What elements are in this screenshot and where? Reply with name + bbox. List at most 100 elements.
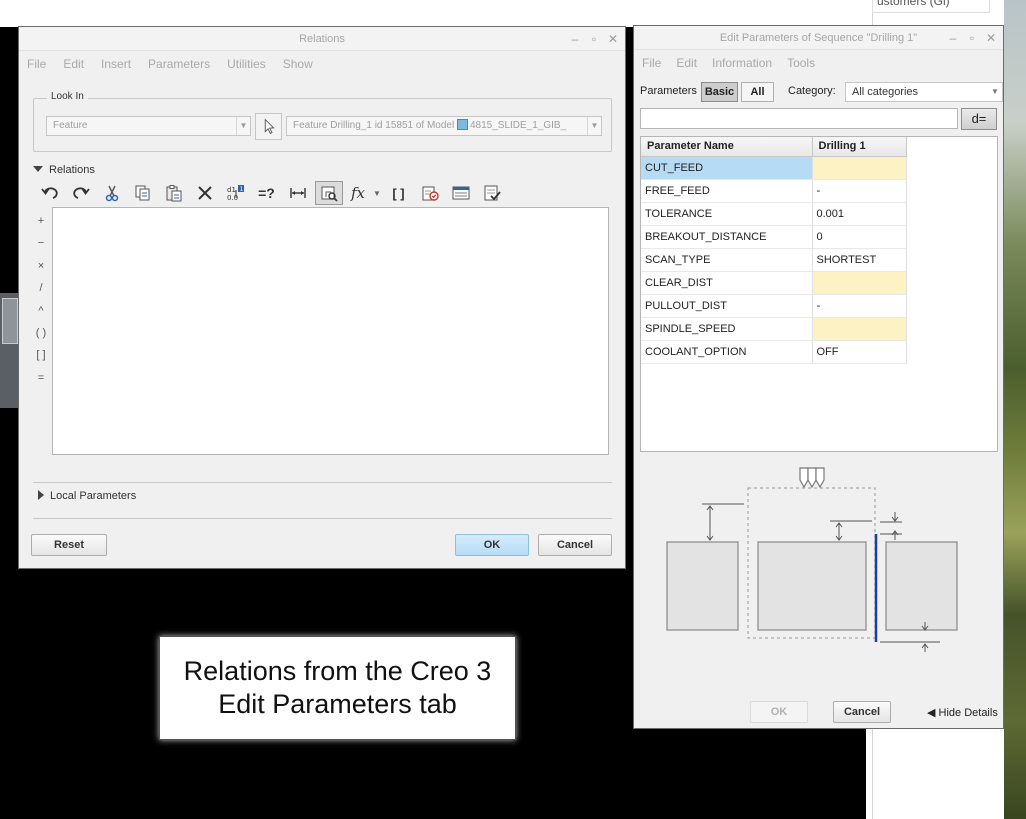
hide-details-button[interactable]: ◀ Hide Details [927, 706, 998, 719]
relations-titlebar[interactable]: Relations – ▫ ✕ [19, 27, 625, 51]
column-header-drilling-1[interactable]: Drilling 1 [812, 137, 907, 157]
operator-brackets[interactable]: [ ] [31, 344, 51, 366]
insert-parameter-button[interactable] [445, 180, 476, 206]
parameter-value-cell[interactable] [812, 317, 907, 341]
cancel-button[interactable]: Cancel [538, 534, 612, 556]
parameter-name-cell[interactable]: BREAKOUT_DISTANCE [641, 225, 813, 249]
operator-plus[interactable]: + [31, 210, 51, 232]
drill-tool-icon [799, 467, 825, 489]
table-row[interactable]: SCAN_TYPE SHORTEST [641, 248, 907, 272]
relations-section-toggle[interactable]: Relations [33, 164, 95, 176]
close-icon[interactable]: ✕ [607, 33, 619, 45]
local-parameters-toggle[interactable]: Local Parameters [38, 490, 136, 502]
operator-multiply[interactable]: × [31, 255, 51, 277]
function-dropdown[interactable]: ▼ [371, 180, 383, 206]
dimension-button[interactable] [282, 180, 313, 206]
basic-toggle[interactable]: Basic [701, 82, 738, 102]
parameters-label: Parameters [640, 85, 697, 97]
parameter-value-cell[interactable] [812, 156, 907, 180]
function-button[interactable]: fx [345, 180, 371, 206]
table-row[interactable]: COOLANT_OPTION OFF [641, 340, 907, 364]
look-in-type-select[interactable]: Feature ▼ [46, 116, 251, 136]
operator-minus[interactable]: − [31, 232, 51, 254]
operator-equals[interactable]: = [31, 367, 51, 389]
parameter-name-cell[interactable]: COOLANT_OPTION [641, 340, 813, 364]
execute-button[interactable] [476, 180, 507, 206]
menu-file[interactable]: File [27, 57, 46, 71]
parameter-value-cell[interactable]: - [812, 179, 907, 203]
operator-power[interactable]: ^ [31, 300, 51, 322]
look-in-model-select[interactable]: Feature Drilling_1 id 15851 of Model 481… [286, 116, 602, 136]
table-row[interactable]: TOLERANCE 0.001 [641, 202, 907, 226]
relations-title: Relations [299, 33, 345, 45]
verify-button[interactable] [414, 180, 445, 206]
look-in-model-prefix: Feature Drilling_1 id 15851 of Model [293, 120, 457, 131]
delete-button[interactable] [189, 180, 220, 206]
menu-parameters[interactable]: Parameters [148, 57, 210, 71]
menu-edit[interactable]: Edit [63, 57, 84, 71]
workpiece-block-center [757, 541, 867, 631]
operator-divide[interactable]: / [31, 277, 51, 299]
parameter-name-cell[interactable]: PULLOUT_DIST [641, 294, 813, 318]
evaluate-button[interactable]: =? [251, 180, 282, 206]
category-select[interactable]: All categories ▼ [845, 82, 1003, 102]
parameter-value-cell[interactable]: OFF [812, 340, 907, 364]
menu-show[interactable]: Show [283, 57, 313, 71]
select-feature-button[interactable] [255, 113, 282, 140]
cancel-button[interactable]: Cancel [833, 701, 891, 723]
cut-button[interactable] [96, 180, 127, 206]
edit-parameters-titlebar[interactable]: Edit Parameters of Sequence "Drilling 1"… [634, 26, 1003, 50]
paste-button[interactable] [158, 180, 189, 206]
table-row[interactable]: CUT_FEED [641, 156, 907, 180]
relations-button[interactable]: d= [961, 108, 997, 130]
all-toggle[interactable]: All [741, 82, 774, 102]
parameter-name-cell[interactable]: SCAN_TYPE [641, 248, 813, 272]
menu-utilities[interactable]: Utilities [227, 57, 266, 71]
maximize-icon[interactable]: ▫ [966, 32, 978, 44]
table-row[interactable]: FREE_FEED - [641, 179, 907, 203]
category-label: Category: [788, 85, 836, 97]
minimize-icon[interactable]: – [947, 32, 959, 44]
minimize-icon[interactable]: – [569, 33, 581, 45]
edit-parameters-dialog: Edit Parameters of Sequence "Drilling 1"… [633, 25, 1004, 729]
ok-button[interactable]: OK [455, 534, 529, 556]
parameter-value-cell[interactable]: 0.001 [812, 202, 907, 226]
sort-relations-button[interactable]: d1 0.0 1 [220, 180, 251, 206]
parameter-value-cell[interactable]: SHORTEST [812, 248, 907, 272]
operator-parentheses[interactable]: ( ) [31, 322, 51, 344]
menu-insert[interactable]: Insert [101, 57, 131, 71]
menu-file[interactable]: File [642, 56, 661, 70]
parameter-name-cell[interactable]: CUT_FEED [641, 156, 813, 180]
parameter-name-cell[interactable]: CLEAR_DIST [641, 271, 813, 295]
parameter-value-cell[interactable]: - [812, 294, 907, 318]
look-in-type-value: Feature [53, 120, 88, 131]
parameter-value-cell[interactable] [812, 271, 907, 295]
menu-information[interactable]: Information [712, 56, 772, 70]
ok-button[interactable]: OK [750, 701, 808, 723]
menu-tools[interactable]: Tools [787, 56, 815, 70]
column-header-parameter-name[interactable]: Parameter Name [641, 137, 813, 157]
reset-button[interactable]: Reset [31, 534, 107, 556]
parameter-name-cell[interactable]: FREE_FEED [641, 179, 813, 203]
copy-button[interactable] [127, 180, 158, 206]
parameter-value-cell[interactable]: 0 [812, 225, 907, 249]
parameter-name-cell[interactable]: TOLERANCE [641, 202, 813, 226]
parameter-name-cell[interactable]: SPINDLE_SPEED [641, 317, 813, 341]
parameter-search-input[interactable] [640, 108, 958, 129]
close-icon[interactable]: ✕ [985, 32, 997, 44]
table-row[interactable]: SPINDLE_SPEED [641, 317, 907, 341]
show-dimension-toggle[interactable] [315, 181, 343, 205]
relations-section-label: Relations [49, 164, 95, 176]
table-row[interactable]: CLEAR_DIST [641, 271, 907, 295]
paste-icon [166, 185, 181, 202]
table-row[interactable]: BREAKOUT_DISTANCE 0 [641, 225, 907, 249]
copy-icon [135, 185, 149, 201]
brackets-button[interactable]: [ ] [383, 180, 414, 206]
table-row[interactable]: PULLOUT_DIST - [641, 294, 907, 318]
relations-editor[interactable] [52, 207, 609, 455]
menu-edit[interactable]: Edit [676, 56, 697, 70]
maximize-icon[interactable]: ▫ [588, 33, 600, 45]
redo-button[interactable] [65, 180, 96, 206]
undo-button[interactable] [34, 180, 65, 206]
svg-text:1: 1 [239, 186, 243, 193]
